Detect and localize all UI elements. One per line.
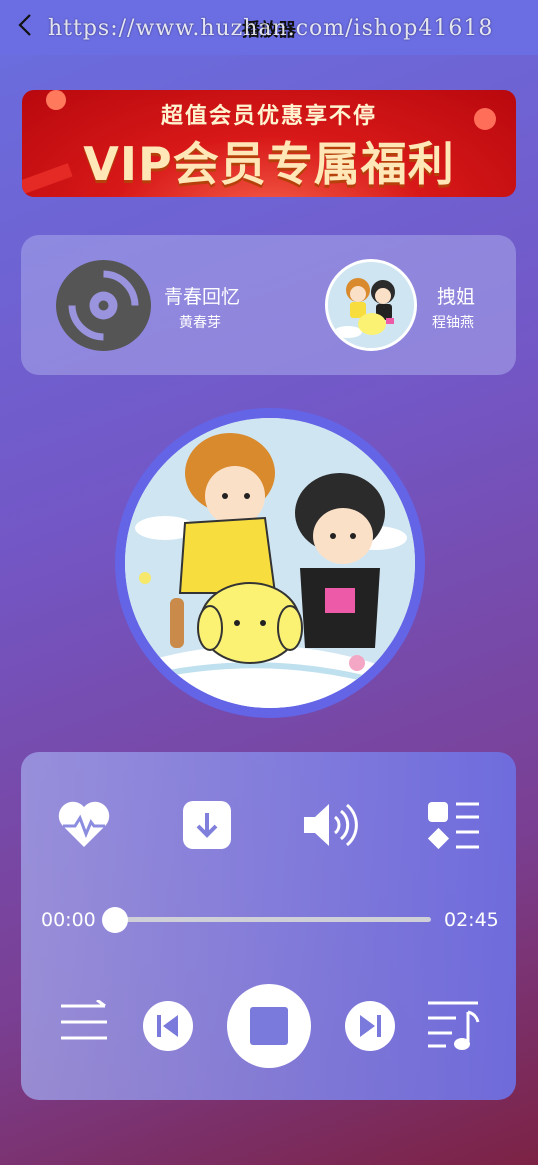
playlist-shapes-icon[interactable]	[426, 800, 481, 856]
next-song-cover[interactable]	[325, 259, 417, 351]
duration: 02:45	[444, 909, 499, 931]
player-controls: 00:00 02:45	[21, 752, 516, 1100]
banner-subtitle: 超值会员优惠享不停	[160, 104, 377, 129]
album-art-image	[125, 418, 415, 708]
page-title: 播放器	[242, 20, 296, 41]
download-icon[interactable]	[183, 801, 231, 853]
now-playing-card: 青春回忆 黄春芽 拽姐 程铀燕	[21, 235, 516, 375]
next-song-title: 拽姐	[437, 286, 476, 308]
banner-title: VIP会员专属福利	[83, 137, 455, 191]
next-icon[interactable]	[344, 1000, 396, 1056]
previous-icon[interactable]	[142, 1000, 194, 1056]
progress-knob[interactable]	[102, 907, 128, 933]
volume-icon[interactable]	[301, 800, 361, 854]
heart-rate-icon[interactable]	[57, 799, 111, 853]
current-song-title: 青春回忆	[164, 286, 241, 308]
stop-button[interactable]	[227, 984, 311, 1072]
progress-track[interactable]	[116, 917, 431, 922]
next-song-artist: 程铀燕	[432, 315, 474, 331]
current-time: 00:00	[41, 909, 96, 931]
shuffle-icon[interactable]	[59, 998, 109, 1048]
album-art	[115, 408, 425, 718]
top-bar: 播放器 https://www.huzhan.com/ishop41618	[0, 0, 538, 55]
current-song-artist: 黄春芽	[179, 315, 221, 331]
vip-banner[interactable]: 超值会员优惠享不停 VIP会员专属福利	[22, 90, 516, 197]
vinyl-disc-icon[interactable]	[56, 260, 151, 351]
music-list-icon[interactable]	[426, 1000, 480, 1056]
